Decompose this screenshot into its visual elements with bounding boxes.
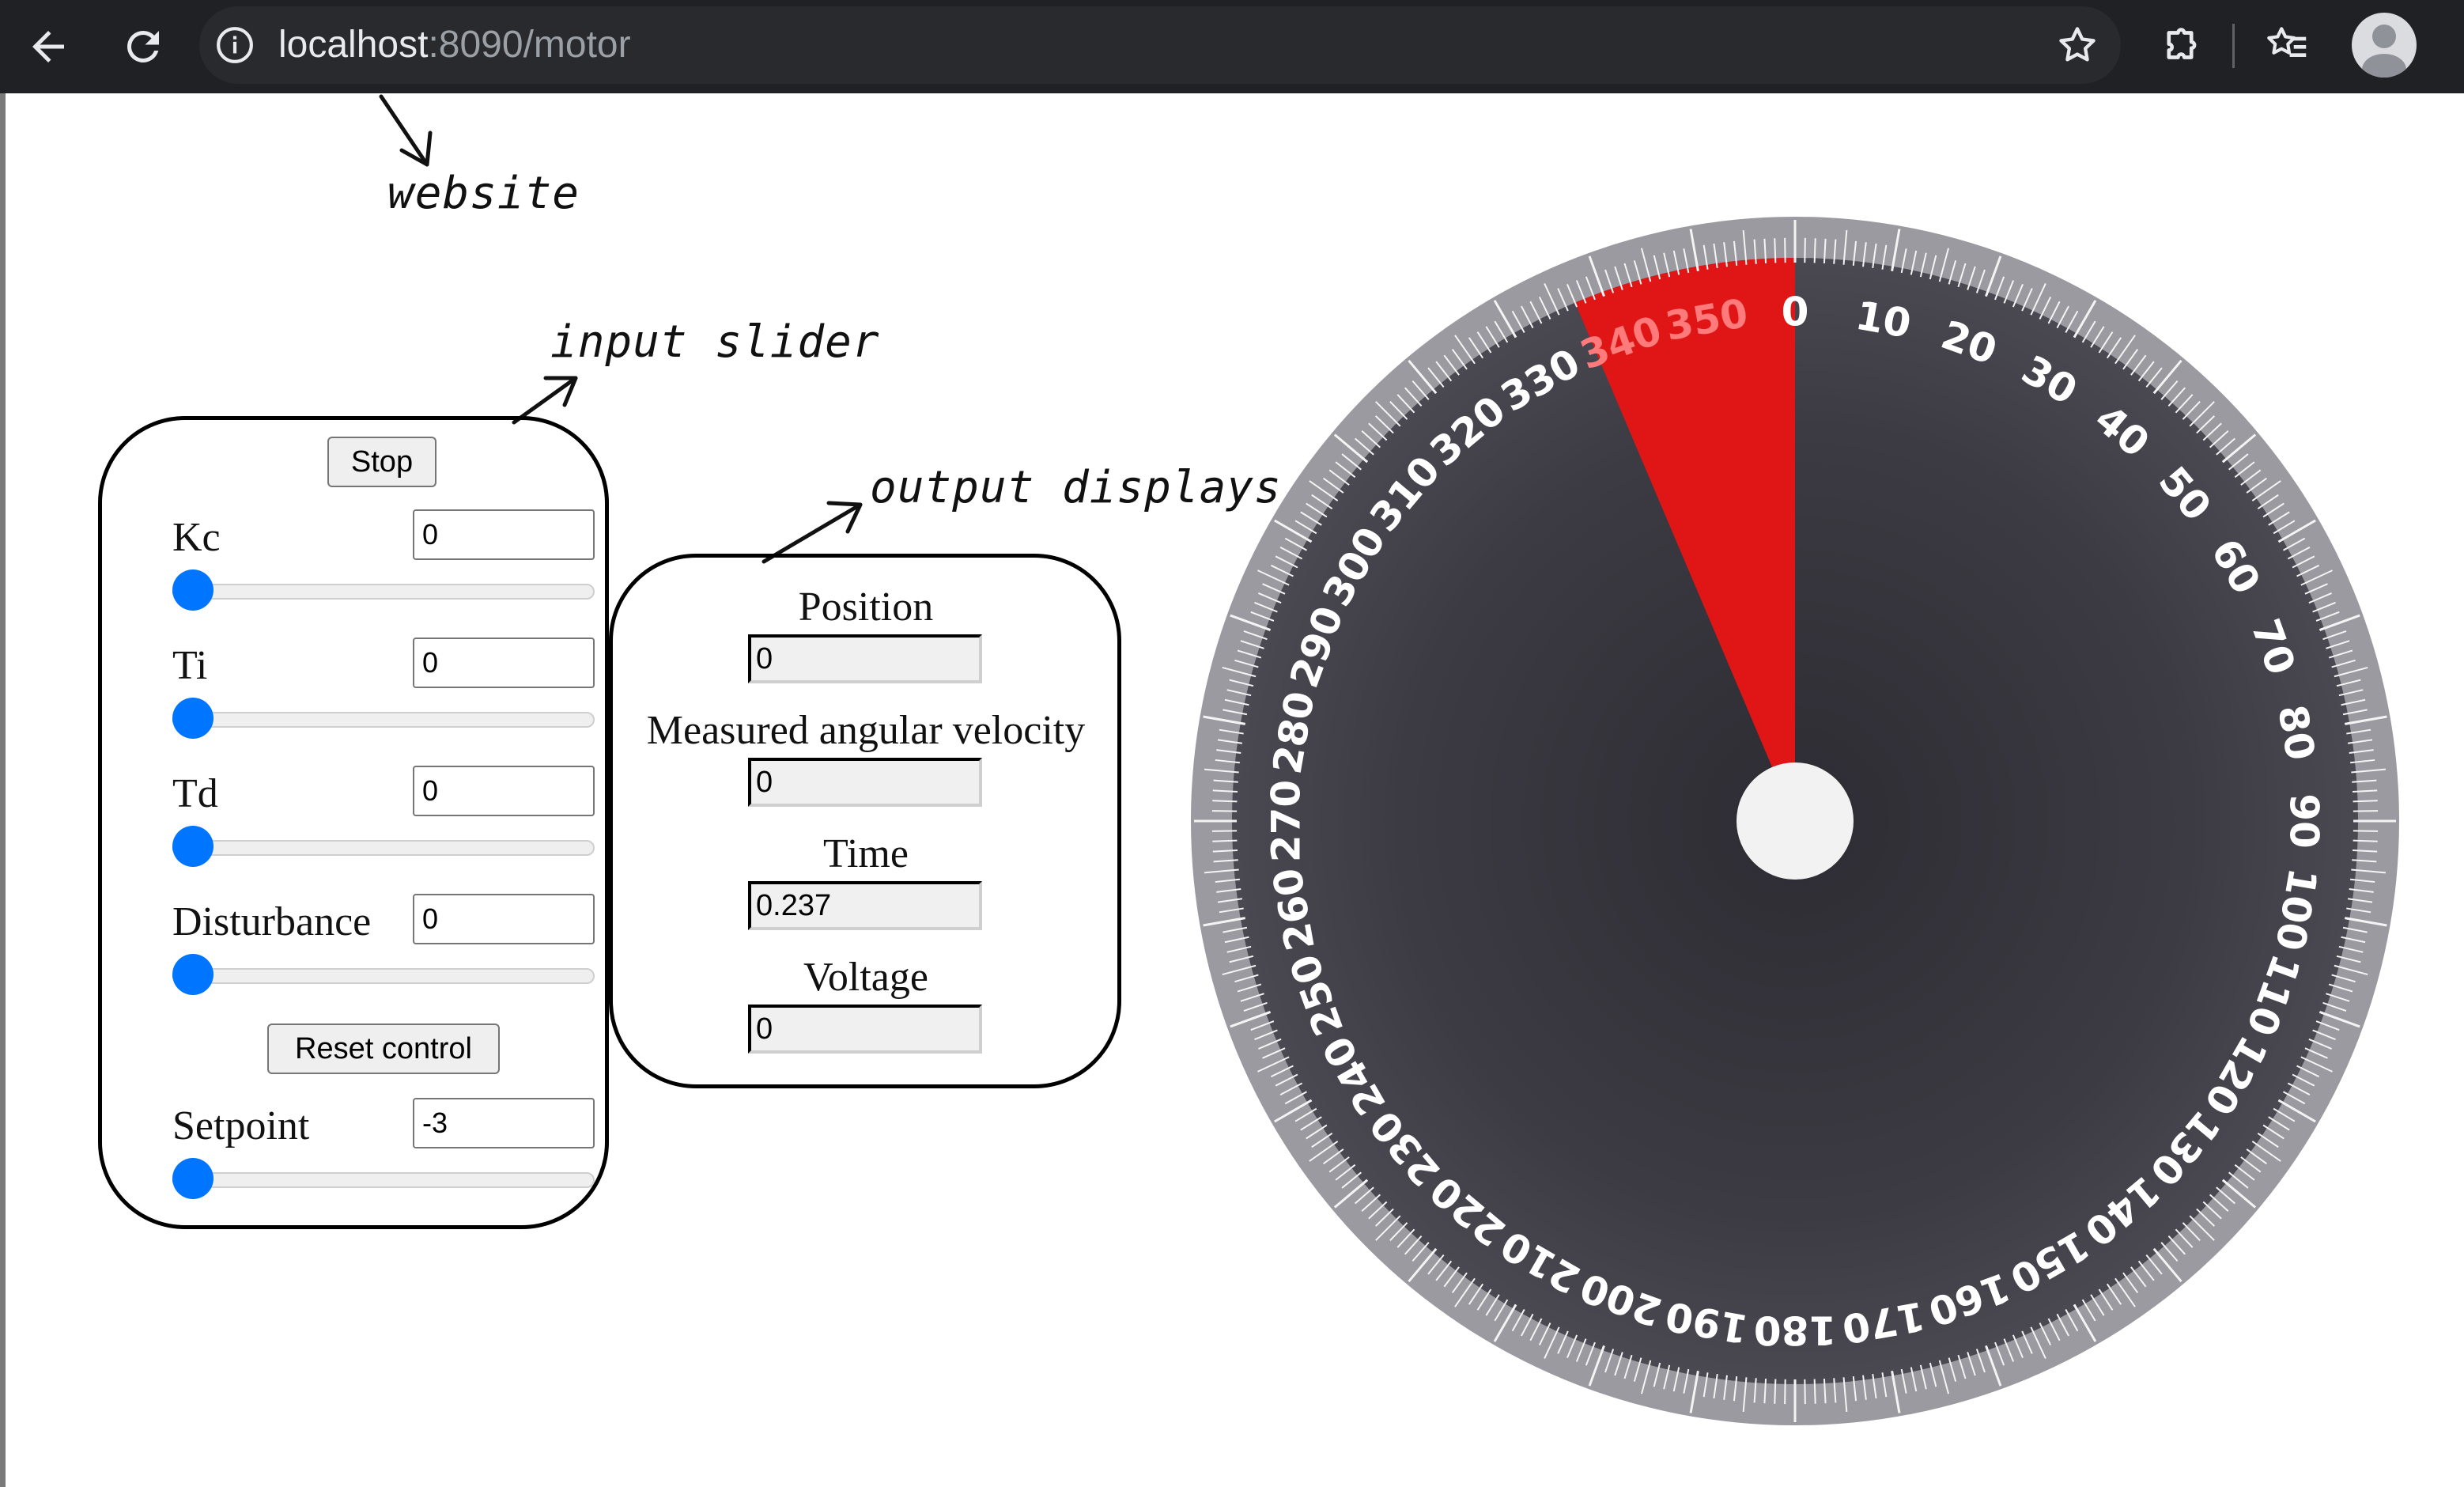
dial-label: 0 <box>1782 289 1809 335</box>
dial-tick <box>1774 238 1777 263</box>
dial-tick <box>1784 1379 1786 1405</box>
angular-velocity-label: Measured angular velocity <box>646 708 1086 753</box>
website-arrow <box>379 94 429 167</box>
slider-thumb[interactable] <box>172 826 214 867</box>
kc-input[interactable] <box>413 509 595 560</box>
dial-label: 180 <box>1754 1307 1836 1353</box>
website-annotation: website <box>387 168 580 219</box>
star-icon[interactable] <box>2054 22 2100 68</box>
slider-track <box>172 968 595 984</box>
info-icon[interactable] <box>215 25 255 65</box>
back-button[interactable] <box>19 17 77 76</box>
address-bar[interactable]: localhost:8090/motor <box>199 6 2121 84</box>
slider-thumb[interactable] <box>172 569 214 611</box>
voltage-label: Voltage <box>803 955 928 1000</box>
reload-button[interactable] <box>114 17 172 76</box>
slider-track <box>172 584 595 600</box>
time-display: 0.237 <box>748 881 982 930</box>
slider-thumb[interactable] <box>172 698 214 739</box>
disturbance-input[interactable] <box>413 894 595 944</box>
td-slider[interactable] <box>172 826 595 867</box>
kc-label: Kc <box>172 515 221 560</box>
dial-tick <box>1212 839 1238 842</box>
reset-control-button[interactable]: Reset control <box>267 1023 500 1074</box>
time-label: Time <box>823 831 909 876</box>
slider-thumb[interactable] <box>172 1158 214 1199</box>
disturbance-slider[interactable] <box>172 954 595 995</box>
dial-tick <box>2353 839 2378 842</box>
dial-tick <box>1211 810 1238 812</box>
page-left-edge <box>0 93 6 1487</box>
td-label: Td <box>172 771 218 816</box>
toolbar-separator <box>2232 24 2235 68</box>
voltage-display: 0 <box>748 1005 982 1054</box>
url-text[interactable]: localhost:8090/motor <box>278 25 631 65</box>
dial-label: 90 <box>2281 793 2327 849</box>
setpoint-input[interactable] <box>413 1098 595 1148</box>
dial-hub <box>1737 762 1854 880</box>
dial-tick <box>1813 238 1816 263</box>
position-label: Position <box>798 585 934 630</box>
input-slider-annotation: input slider <box>550 316 880 368</box>
setpoint-label: Setpoint <box>172 1103 310 1148</box>
ti-label: Ti <box>172 643 208 688</box>
td-input[interactable] <box>413 766 595 816</box>
angular-velocity-display: 0 <box>748 758 982 807</box>
slider-track <box>172 1172 595 1188</box>
ti-input[interactable] <box>413 638 595 688</box>
slider-track <box>172 840 595 856</box>
browser-toolbar: localhost:8090/motor <box>0 0 2464 93</box>
dial-tick <box>2353 800 2378 803</box>
reload-icon <box>127 30 159 62</box>
position-display: 0 <box>748 634 982 683</box>
dial-label: 270 <box>1264 780 1309 862</box>
dial-tick <box>2353 810 2379 812</box>
dial-label: 80 <box>2269 702 2323 764</box>
slider-track <box>172 712 595 728</box>
back-arrow-icon <box>32 31 64 62</box>
position-dial: 0 10 2030405060708090100110120130140150160… <box>1191 217 2399 1425</box>
dial-tick <box>1774 1379 1777 1404</box>
ti-slider[interactable] <box>172 698 595 739</box>
dial-tick <box>1813 1379 1816 1404</box>
dial-label: 10 <box>1852 293 1914 347</box>
extensions-icon[interactable] <box>2156 21 2205 70</box>
kc-slider[interactable] <box>172 569 595 611</box>
reading-list-icon[interactable] <box>2263 21 2312 70</box>
profile-avatar-icon[interactable] <box>2352 13 2417 78</box>
disturbance-label: Disturbance <box>172 899 372 944</box>
dial-tick <box>1212 800 1238 803</box>
stop-button[interactable]: Stop <box>327 437 436 487</box>
slider-thumb[interactable] <box>172 954 214 995</box>
dial-tick <box>1784 237 1786 263</box>
setpoint-slider[interactable] <box>172 1158 595 1199</box>
